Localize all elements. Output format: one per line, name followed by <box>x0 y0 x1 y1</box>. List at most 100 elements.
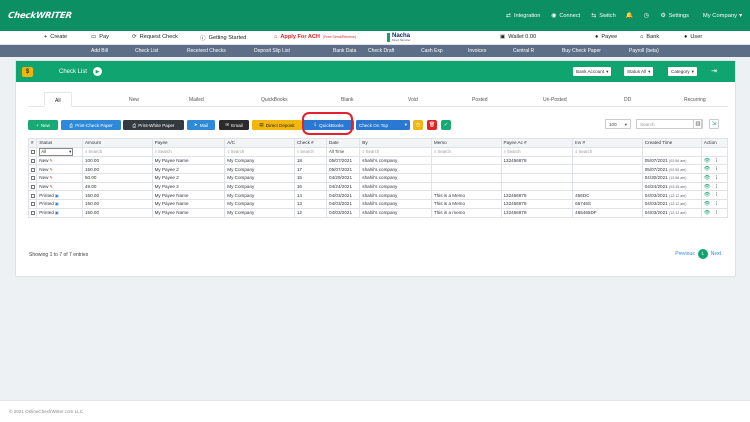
status-filter-select[interactable]: All ▾ <box>39 148 74 156</box>
by-search[interactable]: ⌕ Search <box>359 146 432 157</box>
tab-posted[interactable]: Posted <box>472 97 488 103</box>
pay-button[interactable]: ▭ Pay <box>91 34 109 40</box>
tab-quickbooks[interactable]: QuickBooks <box>261 97 288 103</box>
more-options-icon[interactable]: ⋮ <box>714 201 719 206</box>
check-icon[interactable]: ✓ <box>441 120 451 130</box>
column-header-inv[interactable]: Inv # <box>572 138 643 148</box>
edit-icon[interactable]: ✎ <box>50 158 53 163</box>
getting-started-button[interactable]: ⓘ Getting Started <box>200 34 246 42</box>
memo-search[interactable]: ⌕ Search <box>430 146 502 157</box>
check-on-top-select[interactable]: Check On Top ▾ <box>356 120 410 130</box>
menu-item-check-list[interactable]: Check List <box>135 48 158 54</box>
more-options-icon[interactable]: ⋮ <box>714 175 719 180</box>
select-all-checkbox[interactable] <box>31 149 35 154</box>
row-checkbox[interactable] <box>31 167 35 172</box>
app-logo[interactable]: CheckWRITER <box>7 11 72 21</box>
view-icon[interactable]: 👁 <box>704 175 710 181</box>
menu-item-cash-exp[interactable]: Cash Exp <box>421 48 443 54</box>
play-video-icon[interactable]: ▶ <box>93 67 103 76</box>
menu-item-payroll-beta[interactable]: Payroll (beta) <box>629 48 659 54</box>
company-menu[interactable]: My Company ▾ <box>703 13 742 19</box>
column-header-[interactable]: # <box>27 138 38 148</box>
menu-item-invoices[interactable]: Invoices <box>468 48 486 54</box>
column-header-payee-ac[interactable]: Payee Ac # <box>500 138 574 148</box>
view-icon[interactable]: 👁 <box>704 184 710 190</box>
new-button[interactable]: + New <box>28 120 58 130</box>
column-header-action[interactable]: Action <box>700 138 729 148</box>
table-row[interactable]: New✎ 50.00 My Payee 2 My Company 15 04/29/202… <box>27 173 729 183</box>
menu-item-add-bill[interactable]: Add Bill <box>91 48 108 54</box>
menu-item-bank-data[interactable]: Bank Data <box>333 48 356 54</box>
column-header-status[interactable]: Status <box>36 138 83 148</box>
view-icon[interactable]: 👁 <box>704 192 710 198</box>
column-header-by[interactable]: By <box>359 138 432 148</box>
next-page-link[interactable]: Next <box>711 251 721 257</box>
check-search[interactable]: ⌕ Search <box>293 146 328 157</box>
user-button[interactable]: ● User <box>684 34 702 40</box>
previous-page-link[interactable]: Previous <box>675 251 694 257</box>
menu-item-central-r[interactable]: Central R <box>513 48 534 54</box>
columns-icon[interactable]: ▥ <box>693 119 703 129</box>
view-icon[interactable]: 👁 <box>704 210 710 216</box>
column-header-date[interactable]: Date <box>326 138 361 148</box>
tab-recurring[interactable]: Recurring <box>684 97 706 103</box>
row-checkbox[interactable] <box>31 202 35 207</box>
row-checkbox[interactable] <box>31 193 35 198</box>
tab-mailed[interactable]: Mailed <box>189 97 204 103</box>
ac-search[interactable]: ⌕ Search <box>224 146 295 157</box>
more-options-icon[interactable]: ⋮ <box>714 158 719 163</box>
edit-icon[interactable]: ✎ <box>50 167 53 172</box>
date-filter[interactable]: All Time <box>326 146 361 157</box>
table-row[interactable]: New✎ 100.00 My Payee Name My Company 18 05/07… <box>27 155 729 166</box>
tab-void[interactable]: Void <box>408 97 418 103</box>
bank-button[interactable]: ⌂ Bank <box>640 34 659 40</box>
row-checkbox[interactable] <box>31 184 35 189</box>
amount-search[interactable]: ⌕ Search <box>81 146 153 157</box>
print-white-paper-button[interactable]: ⎙ Print-White Paper <box>123 120 184 130</box>
tab-dd[interactable]: DD <box>624 97 631 103</box>
table-row[interactable]: Printed▣ 150.00 My Payee Name My Company 14 0… <box>27 190 729 201</box>
tab-new[interactable]: New <box>129 97 139 103</box>
tab-all[interactable]: All <box>44 92 72 107</box>
row-checkbox[interactable] <box>31 176 35 181</box>
payee-ac-search[interactable]: ⌕ Search <box>500 146 574 157</box>
payee-button[interactable]: ● Payee <box>595 34 617 40</box>
menu-item-received-checks[interactable]: Received Checks <box>187 48 226 54</box>
wallet-button[interactable]: ▣ Wallet 0.00 <box>500 34 536 40</box>
edit-icon[interactable]: ✎ <box>50 184 53 189</box>
apply-ach-button[interactable]: ⌂ Apply For ACH (Free Send/Receive) <box>274 34 356 40</box>
more-options-icon[interactable]: ⋮ <box>714 210 719 215</box>
column-header-amount[interactable]: Amount <box>81 138 153 148</box>
table-row[interactable]: New✎ 49.00 My Payee 2 My Company 16 04/24/202… <box>27 181 729 192</box>
more-options-icon[interactable]: ⋮ <box>714 166 719 171</box>
page-size-select[interactable]: 100 ▾ <box>605 119 631 129</box>
bank-account-filter[interactable]: Bank Account ▾ <box>573 67 612 76</box>
column-header-created-time[interactable]: Created Time <box>641 138 702 148</box>
row-checkbox[interactable] <box>31 210 35 215</box>
view-icon[interactable]: 👁 <box>704 166 710 172</box>
more-options-icon[interactable]: ⋮ <box>714 184 719 189</box>
table-row[interactable]: New✎ 150.00 My Payee 2 My Company 17 05/07/20… <box>27 164 729 175</box>
menu-item-deposit-slip-list[interactable]: Deposit Slip List <box>254 48 290 54</box>
excel-export-icon[interactable]: ⇲ <box>709 119 719 129</box>
table-row[interactable]: Printed▣ 150.00 My Payee Name My Company 13 0… <box>27 199 729 209</box>
table-row[interactable]: Printed▣ 150.00 My Payee Name My Company 12 0… <box>27 207 729 218</box>
edit-icon[interactable]: ✎ <box>50 175 53 180</box>
status-filter[interactable]: Status All ▾ <box>624 67 654 76</box>
direct-deposit-button[interactable]: ▤ Direct Deposit <box>252 120 302 130</box>
row-checkbox[interactable] <box>31 158 35 163</box>
view-icon[interactable]: 👁 <box>704 201 710 207</box>
view-icon[interactable]: 👁 <box>704 158 710 164</box>
create-button[interactable]: + Create <box>44 34 67 40</box>
payee-search[interactable]: ⌕ Search <box>151 146 226 157</box>
inv-search[interactable]: ⌕ Search <box>572 146 643 157</box>
clock-icon[interactable]: ◷ <box>413 120 423 130</box>
current-page[interactable]: 1 <box>697 249 708 259</box>
tab-un-posted[interactable]: Un-Posted <box>543 97 567 103</box>
category-filter[interactable]: Category ▾ <box>668 67 697 76</box>
topnav-item-connect[interactable]: ◉ Connect <box>550 12 580 20</box>
menu-item-check-draft[interactable]: Check Draft <box>368 48 394 54</box>
menu-item-buy-check-paper[interactable]: Buy Check Paper <box>562 48 601 54</box>
topnav-item-settings[interactable]: ⚙ Settings <box>660 12 689 20</box>
request-check-button[interactable]: ⟳ Request Check <box>132 34 178 40</box>
